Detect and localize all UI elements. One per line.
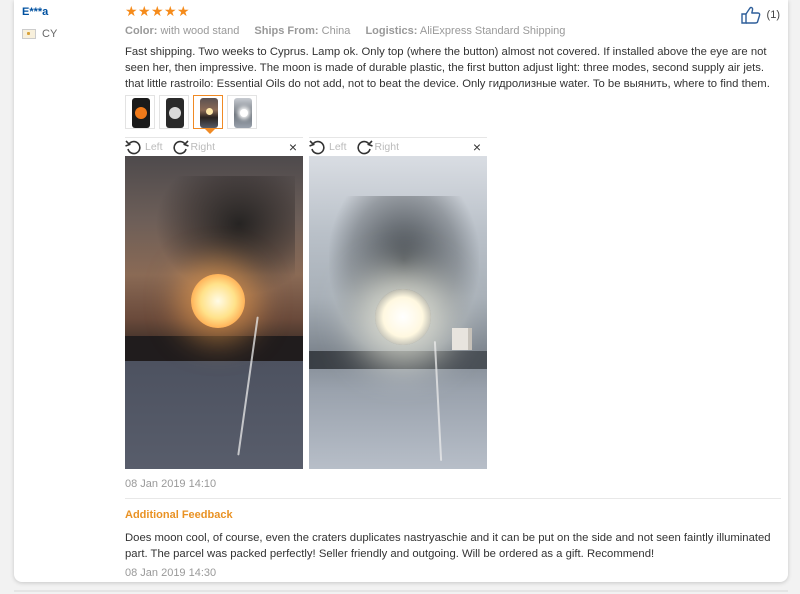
review-photo-sunset[interactable] bbox=[125, 156, 303, 469]
review-date: 08 Jan 2019 14:10 bbox=[125, 478, 217, 490]
close-viewer-button[interactable]: × bbox=[289, 138, 297, 156]
star-icon: ★ bbox=[177, 3, 190, 19]
order-meta: Color: with wood stand Ships From: China… bbox=[125, 25, 565, 37]
review-card: E***a CY ★ ★ ★ ★ ★ (1) Color: with wood … bbox=[14, 0, 788, 582]
thumbs-up-icon bbox=[740, 6, 760, 24]
thumb-sunset-photo[interactable] bbox=[193, 95, 223, 134]
viewer-toolbar: Left Right × bbox=[125, 137, 303, 156]
rotate-left-button[interactable]: Left bbox=[125, 139, 163, 155]
helpful-button[interactable]: (1) bbox=[740, 6, 780, 24]
rotate-right-button[interactable]: Right bbox=[355, 139, 400, 155]
next-review-edge bbox=[14, 590, 788, 592]
rotate-left-label: Left bbox=[145, 141, 163, 153]
rotate-right-label: Right bbox=[374, 141, 400, 153]
logistics-label: Logistics: bbox=[365, 25, 418, 37]
additional-feedback-text: Does moon cool, of course, even the crat… bbox=[125, 532, 771, 560]
additional-feedback-title: Additional Feedback bbox=[125, 509, 233, 521]
rotate-right-icon bbox=[356, 140, 373, 155]
active-thumb-caret bbox=[205, 129, 215, 134]
review-text: Fast shipping. Two weeks to Cyprus. Lamp… bbox=[125, 46, 770, 90]
star-icon: ★ bbox=[164, 3, 177, 19]
ships-from-value: China bbox=[321, 25, 351, 37]
photo-thumbnails bbox=[125, 95, 257, 134]
reviewer-name[interactable]: E***a bbox=[22, 6, 48, 18]
ships-from-label: Ships From: bbox=[254, 25, 319, 37]
thumb-white-moon[interactable] bbox=[159, 95, 189, 129]
rotate-left-button[interactable]: Left bbox=[309, 139, 347, 155]
rating-stars: ★ ★ ★ ★ ★ bbox=[125, 3, 190, 19]
star-icon: ★ bbox=[125, 3, 138, 19]
thumb-orange-moon[interactable] bbox=[125, 95, 155, 129]
close-viewer-button[interactable]: × bbox=[473, 138, 481, 156]
logistics-value: AliExpress Standard Shipping bbox=[419, 25, 566, 37]
color-value: with wood stand bbox=[160, 25, 240, 37]
rotate-right-button[interactable]: Right bbox=[171, 139, 216, 155]
photo-viewer-2: Left Right × bbox=[309, 137, 487, 469]
rotate-left-icon bbox=[309, 140, 325, 155]
moon-lamp bbox=[375, 289, 431, 345]
rotate-left-icon bbox=[125, 140, 141, 155]
rotate-left-label: Left bbox=[329, 141, 347, 153]
country-code: CY bbox=[42, 28, 58, 40]
additional-feedback-date: 08 Jan 2019 14:30 bbox=[125, 567, 217, 579]
color-label: Color: bbox=[125, 25, 158, 37]
photo-viewer-1: Left Right × bbox=[125, 137, 303, 469]
divider bbox=[125, 498, 781, 499]
rotate-right-icon bbox=[172, 140, 189, 155]
reviewer-country: CY bbox=[22, 28, 57, 40]
review-photo-wall[interactable] bbox=[309, 156, 487, 469]
star-icon: ★ bbox=[138, 3, 151, 19]
thumb-wall-photo[interactable] bbox=[227, 95, 257, 129]
country-flag-icon bbox=[22, 29, 36, 39]
star-icon: ★ bbox=[151, 3, 164, 19]
rotate-right-label: Right bbox=[190, 141, 216, 153]
moon-lamp bbox=[191, 274, 245, 328]
helpful-count: (1) bbox=[766, 9, 780, 21]
viewer-toolbar: Left Right × bbox=[309, 137, 487, 156]
